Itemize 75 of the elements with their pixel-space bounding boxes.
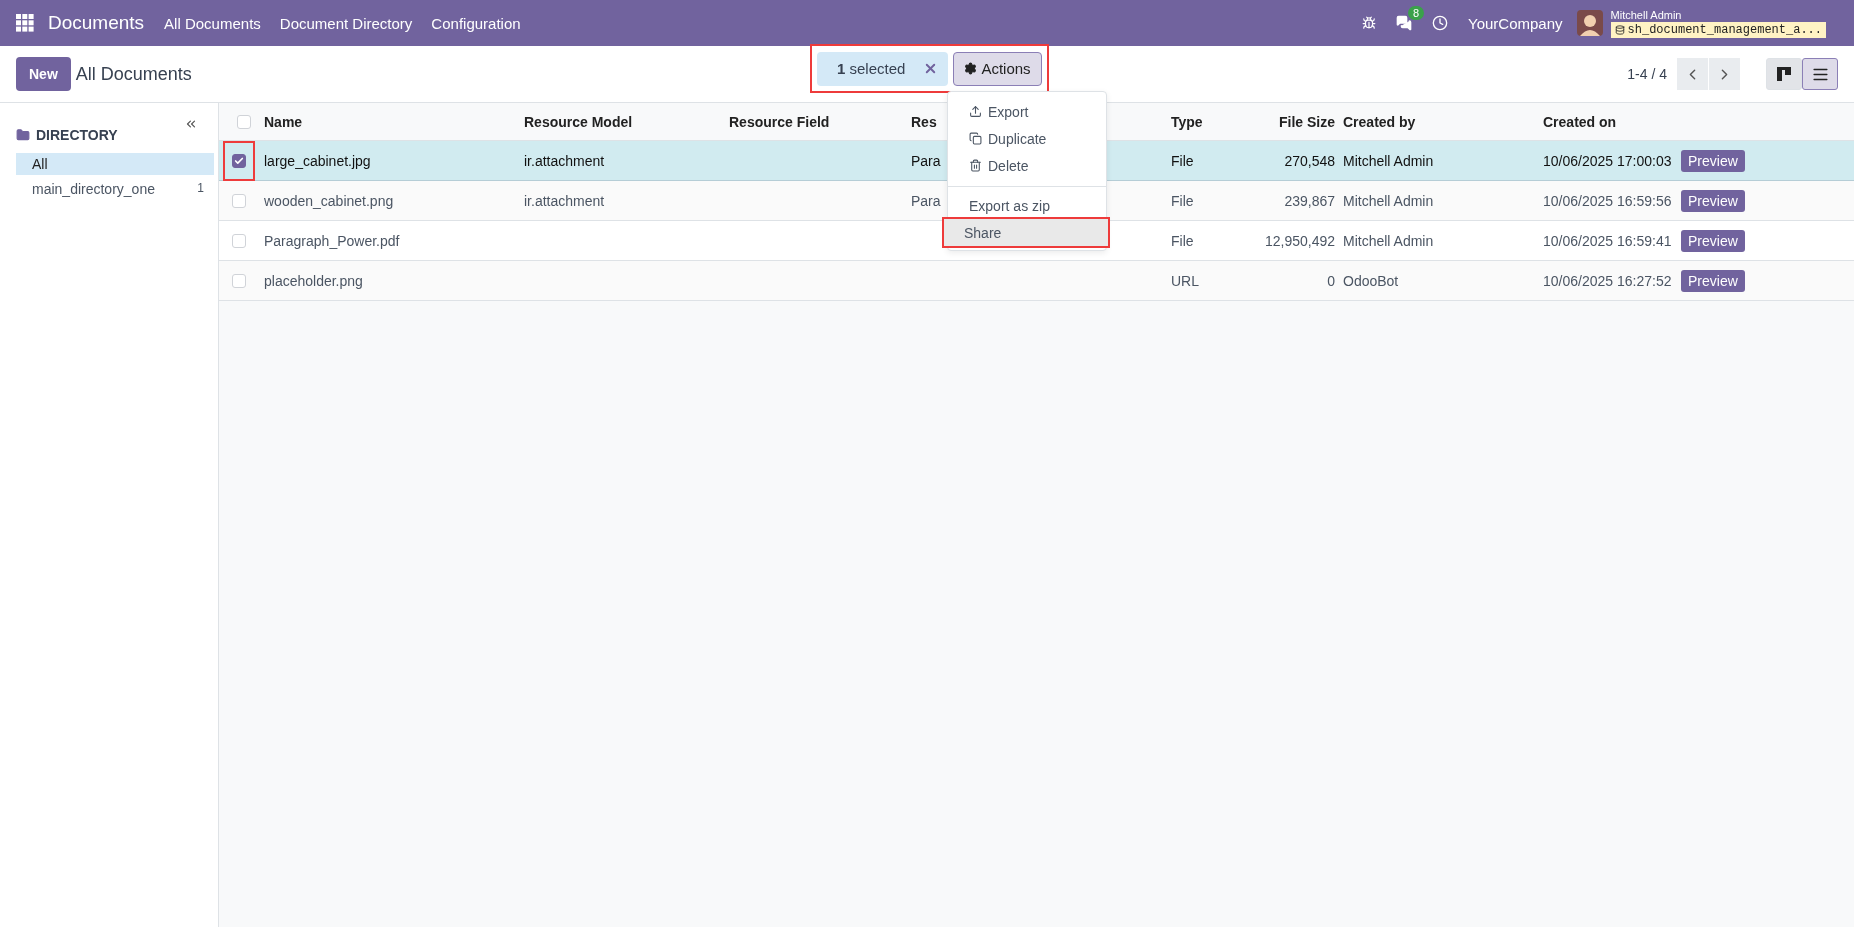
apps-grid-icon[interactable]: [16, 14, 34, 32]
table-cell: placeholder.png: [264, 272, 363, 289]
table-cell: 10/06/2025 17:00:03: [1543, 152, 1672, 169]
column-header[interactable]: Resource Field: [729, 113, 911, 130]
copy-icon: [969, 132, 982, 145]
table-cell: large_cabinet.jpg: [264, 152, 371, 169]
table-cell: File: [1171, 232, 1194, 249]
sidebar-item[interactable]: All: [16, 153, 214, 175]
bug-icon[interactable]: [1362, 16, 1377, 30]
table-cell: 270,548: [1284, 152, 1335, 169]
actions-button[interactable]: Actions: [953, 51, 1042, 86]
database-icon: [1614, 24, 1625, 35]
table-cell: ir.attachment: [524, 192, 605, 209]
table-cell: 0: [1327, 272, 1335, 289]
table-cell: wooden_cabinet.png: [264, 192, 394, 209]
table-cell: 239,867: [1284, 192, 1335, 209]
breadcrumb: All Documents: [75, 63, 192, 85]
company-name[interactable]: YourCompany: [1468, 14, 1563, 32]
menu-item[interactable]: Duplicate: [948, 125, 1106, 152]
table-cell: 10/06/2025 16:59:56: [1543, 192, 1672, 209]
upload-icon: [969, 105, 982, 118]
menu-item[interactable]: Export: [948, 98, 1106, 125]
item-count: 1: [197, 181, 204, 197]
app-title[interactable]: Documents: [48, 12, 145, 34]
table-cell: Paragraph_Power.pdf: [264, 232, 400, 249]
menu-link[interactable]: Configuration: [431, 14, 521, 32]
new-button[interactable]: New: [16, 57, 71, 91]
message-count-badge: 8: [1407, 6, 1425, 20]
column-header[interactable]: Resource Model: [524, 113, 729, 130]
table-cell: File: [1171, 192, 1194, 209]
item-label: main_directory_one: [32, 181, 155, 197]
menu-item[interactable]: Share: [944, 219, 1108, 246]
column-header[interactable]: Created on: [1543, 113, 1679, 130]
table-cell: Mitchell Admin: [1343, 192, 1434, 209]
chat-icon[interactable]: [1396, 15, 1413, 31]
selection-count: 1 selected: [837, 60, 906, 77]
menu-link[interactable]: All Documents: [164, 14, 261, 32]
table-cell: 10/06/2025 16:59:41: [1543, 232, 1672, 249]
sidebar-item[interactable]: main_directory_one 1: [16, 178, 214, 200]
preview-button[interactable]: Preview: [1681, 149, 1745, 172]
database-tag: sh_document_management_a...: [1610, 21, 1826, 38]
column-header[interactable]: File Size: [1251, 113, 1335, 130]
column-header[interactable]: Created by: [1343, 113, 1543, 130]
table-cell: URL: [1171, 272, 1199, 289]
column-header[interactable]: Name: [264, 113, 524, 130]
menu-item[interactable]: Export as zip: [948, 192, 1106, 219]
sidebar-title: DIRECTORY: [36, 127, 118, 143]
table-cell: OdooBot: [1343, 272, 1399, 289]
kanban-icon: [1777, 67, 1791, 81]
menu-item[interactable]: Delete: [948, 152, 1106, 179]
item-label: All: [32, 156, 48, 172]
table-cell: Para: [911, 152, 941, 169]
column-header[interactable]: Type: [1171, 113, 1251, 130]
folder-icon: [16, 128, 30, 142]
clock-icon[interactable]: [1432, 15, 1449, 31]
table-cell: 12,950,492: [1264, 232, 1335, 249]
table-cell: ir.attachment: [524, 152, 605, 169]
preview-button[interactable]: Preview: [1681, 189, 1745, 212]
row-checkbox[interactable]: [232, 153, 246, 168]
table-cell: File: [1171, 152, 1194, 169]
view-switch-button[interactable]: [1802, 58, 1838, 90]
settings-icon: [964, 62, 978, 75]
pager-range: 1-4 / 4: [1627, 66, 1667, 82]
collapse-icon[interactable]: [184, 117, 198, 131]
menu-link[interactable]: Document Directory: [279, 14, 413, 32]
user-name: Mitchell Admin: [1610, 8, 1683, 22]
avatar[interactable]: [1576, 10, 1603, 36]
trash-icon: [969, 159, 982, 172]
preview-button[interactable]: Preview: [1681, 269, 1745, 292]
select-all-checkbox[interactable]: [237, 114, 251, 129]
table-cell: Mitchell Admin: [1343, 152, 1434, 169]
preview-button[interactable]: Preview: [1681, 229, 1745, 252]
table-cell: 10/06/2025 16:27:52: [1543, 272, 1672, 289]
table-cell: Mitchell Admin: [1343, 232, 1434, 249]
table-cell: Para: [911, 192, 941, 209]
